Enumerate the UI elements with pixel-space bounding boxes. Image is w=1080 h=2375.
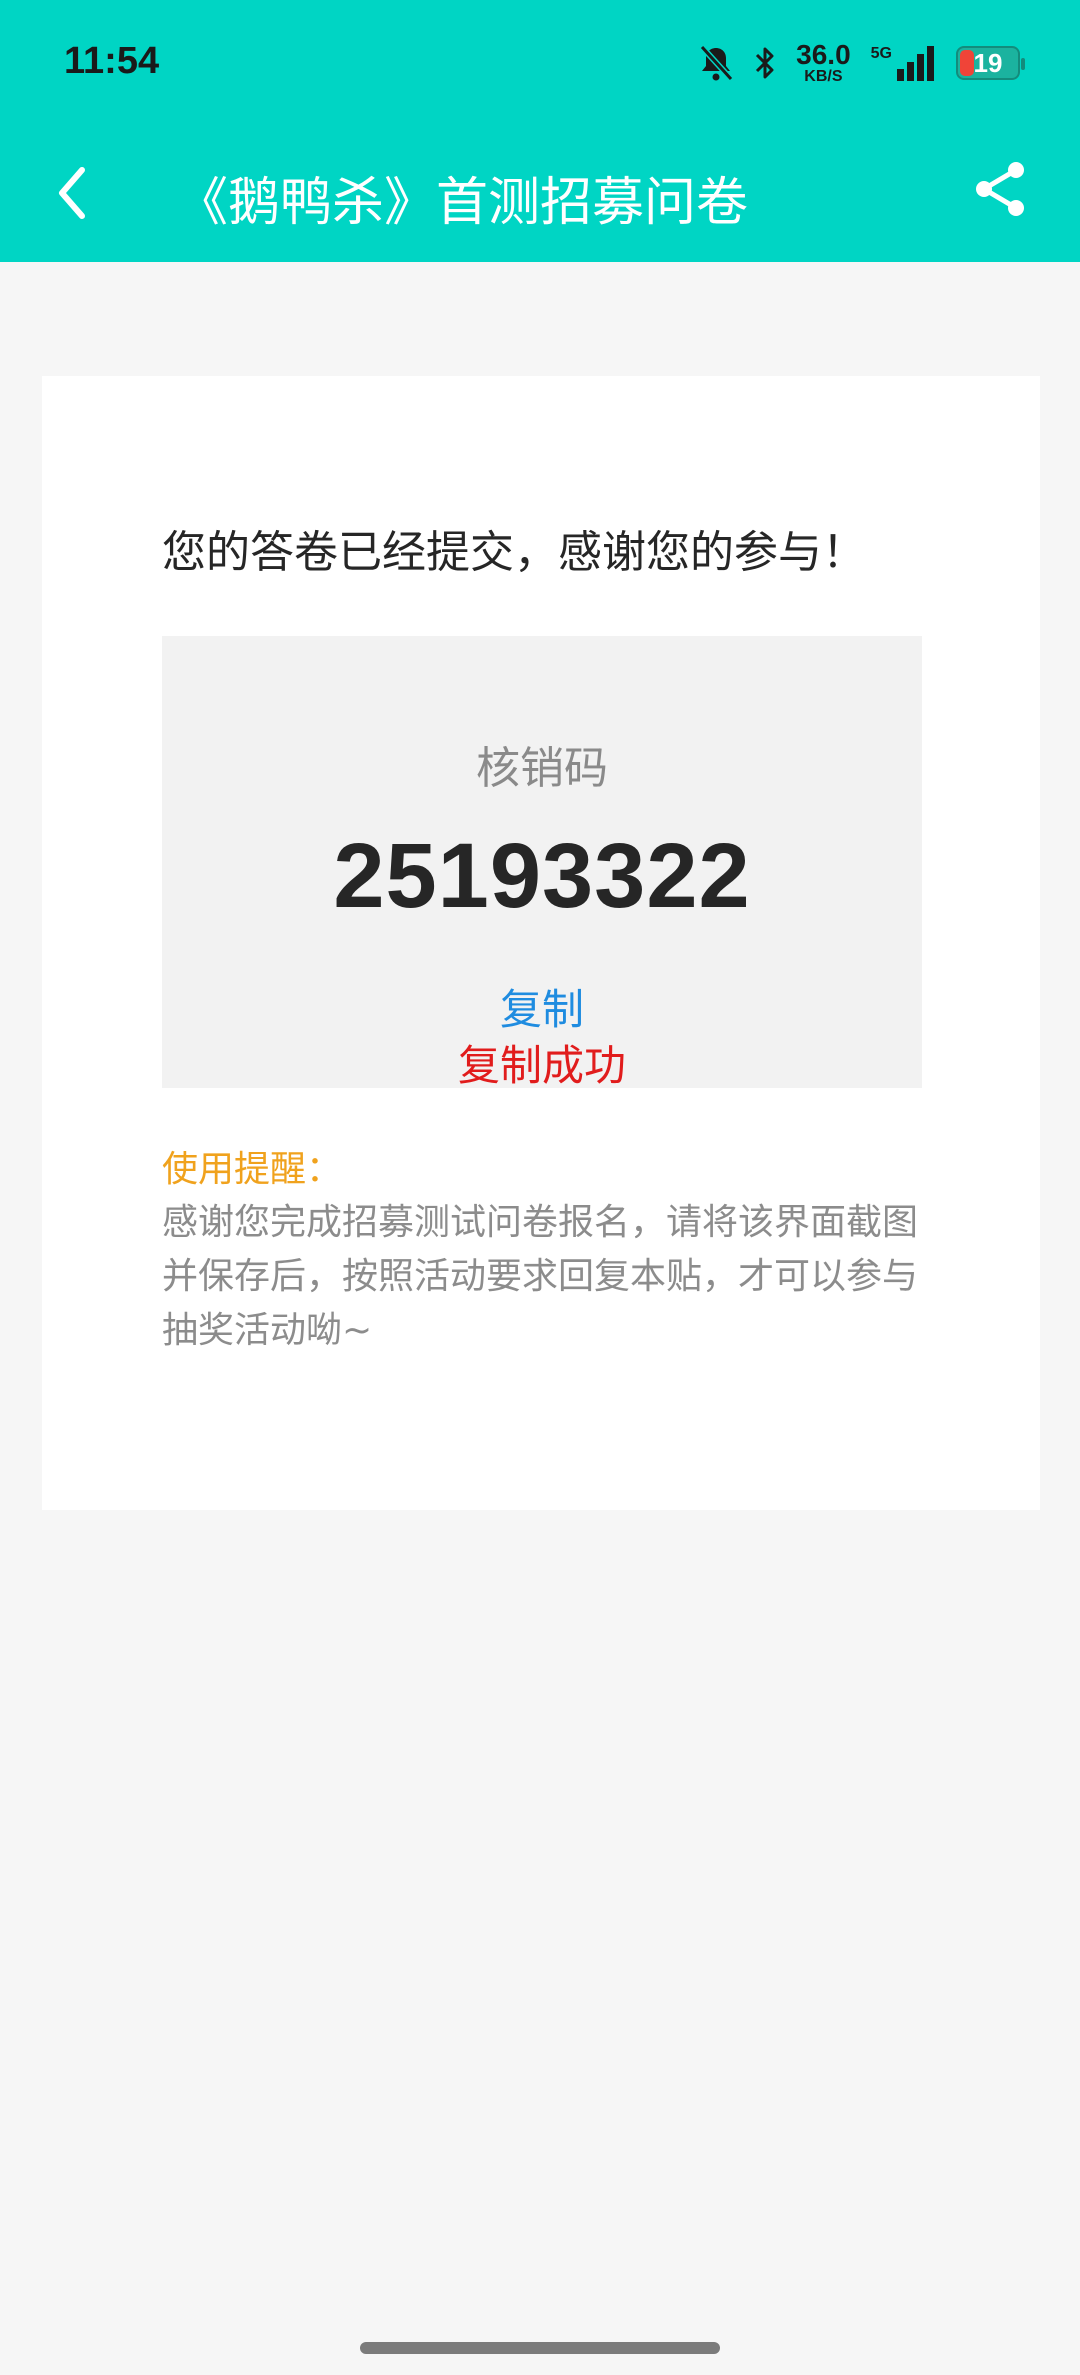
share-icon[interactable] (972, 160, 1030, 218)
signal-icon (897, 46, 934, 81)
home-indicator[interactable] (360, 2342, 720, 2354)
copy-button[interactable]: 复制 (162, 976, 922, 1037)
code-label: 核销码 (476, 743, 608, 794)
code-value: 25193322 (333, 825, 751, 927)
page-title: 《鹅鸭杀》首测招募问卷 (176, 173, 749, 233)
net-speed-unit: KB/S (804, 68, 843, 85)
net-speed-value: 36.0 (796, 39, 851, 70)
bluetooth-icon (756, 47, 774, 79)
status-time: 11:54 (64, 40, 160, 82)
bell-off-icon (699, 44, 734, 82)
network-type: 5G (870, 45, 892, 62)
redeem-code-box: 核销码 25193322 复制 复制成功 (162, 636, 922, 1090)
net-speed: 36.0 KB/S (796, 41, 851, 85)
battery-icon: 19 (956, 46, 1025, 80)
status-icons: 36.0 KB/S 5G 19 (698, 38, 1025, 88)
signal-group: 5G (871, 45, 936, 81)
back-arrow-icon[interactable] (48, 158, 98, 228)
copy-success-text: 复制成功 (457, 1041, 626, 1090)
app-header: 11:54 36.0 KB/S 5G 19 《鹅鸭杀》首测招募问卷 (0, 0, 1080, 262)
result-card: 您的答卷已经提交，感谢您的参与！ 核销码 25193322 复制 复制成功 使用… (42, 376, 1040, 1510)
reminder-title: 使用提醒： (162, 1149, 343, 1190)
submitted-message: 您的答卷已经提交，感谢您的参与！ (162, 527, 866, 578)
reminder-text: 感谢您完成招募测试问卷报名，请将该界面截图并保存后，按照活动要求回复本贴，才可以… (162, 1202, 919, 1351)
battery-level: 19 (973, 47, 1003, 78)
